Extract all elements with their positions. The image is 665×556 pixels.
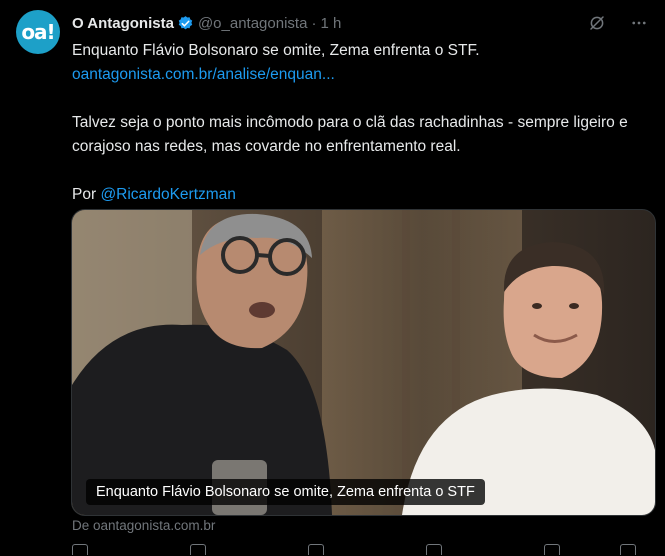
header-actions xyxy=(587,13,649,33)
card-caption: Enquanto Flávio Bolsonaro se omite, Zema… xyxy=(86,479,485,505)
avatar[interactable]: oa! xyxy=(16,10,60,54)
link-card-image[interactable]: Enquanto Flávio Bolsonaro se omite, Zema… xyxy=(71,209,656,516)
timestamp[interactable]: 1 h xyxy=(320,15,341,32)
byline-prefix: Por xyxy=(72,186,97,203)
reply-icon[interactable] xyxy=(72,544,88,555)
tweet-title: Enquanto Flávio Bolsonaro se omite, Zema… xyxy=(72,42,480,59)
bookmark-icon[interactable] xyxy=(544,544,560,555)
like-icon[interactable] xyxy=(308,544,324,555)
account-handle[interactable]: @o_antagonista xyxy=(198,15,307,32)
account-name[interactable]: O Antagonista xyxy=(72,15,174,32)
share-icon[interactable] xyxy=(620,544,636,555)
views-icon[interactable] xyxy=(426,544,442,555)
repost-icon[interactable] xyxy=(190,544,206,555)
article-link[interactable]: oantagonista.com.br/analise/enquan... xyxy=(72,66,335,83)
avatar-logo-text: oa! xyxy=(21,20,55,44)
author-mention[interactable]: @RicardoKertzman xyxy=(100,186,235,203)
tweet-paragraph: Talvez seja o ponto mais incômodo para o… xyxy=(72,114,628,155)
tweet-header: O Antagonista @o_antagonista · 1 h xyxy=(72,12,341,34)
separator-dot: · xyxy=(311,14,317,32)
tweet-text: Enquanto Flávio Bolsonaro se omite, Zema… xyxy=(72,39,652,207)
grok-icon[interactable] xyxy=(587,13,607,33)
action-bar xyxy=(72,544,652,556)
byline: Por @RicardoKertzman xyxy=(72,183,652,207)
card-photo xyxy=(72,210,655,515)
card-source[interactable]: De oantagonista.com.br xyxy=(72,518,215,533)
tweet[interactable]: oa! O Antagonista @o_antagonista · 1 h E… xyxy=(0,0,665,556)
more-icon[interactable] xyxy=(629,13,649,33)
verified-badge-icon xyxy=(178,15,193,29)
